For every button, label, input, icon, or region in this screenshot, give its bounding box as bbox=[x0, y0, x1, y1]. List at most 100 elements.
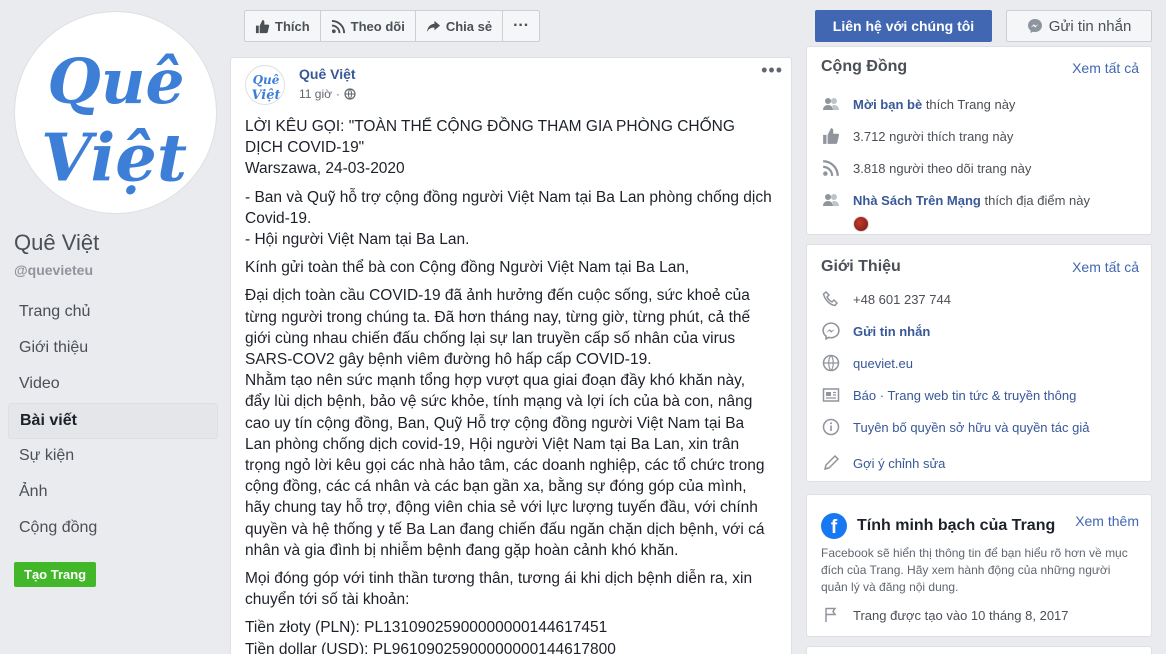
post-text-line: - Hội người Việt Nam tại Ba Lan. bbox=[245, 231, 470, 249]
queviet-logo-small: Quê Việt bbox=[251, 73, 280, 103]
nav-item[interactable]: Sự kiện bbox=[8, 439, 218, 475]
share-button[interactable]: Chia sẻ bbox=[416, 11, 504, 41]
post-paragraph: Mọi đóng góp với tinh thần tương thân, t… bbox=[245, 568, 775, 610]
friends-icon bbox=[821, 94, 841, 114]
post-text-line: Warszawa, 24-03-2020 bbox=[245, 160, 405, 178]
about-card: Giới Thiệu Xem tất cả +48 601 237 744 Gử… bbox=[806, 244, 1152, 482]
more-dots-icon: ··· bbox=[513, 17, 530, 34]
send-message-label: Gửi tin nhắn bbox=[1048, 17, 1132, 35]
website-link[interactable]: queviet.eu bbox=[853, 356, 913, 371]
friend-name-link[interactable]: Nhà Sách Trên Mạng bbox=[853, 193, 981, 208]
post-text-line: Nhằm tạo nên sức mạnh tổng hợp vượt qua … bbox=[245, 372, 746, 390]
contact-us-button[interactable]: Liên hệ với chúng tôi bbox=[815, 10, 992, 42]
about-title: Giới Thiệu bbox=[821, 258, 901, 275]
logo-text-line1: Quê bbox=[47, 46, 184, 118]
transparency-card: f Tính minh bạch của Trang Xem thêm Face… bbox=[806, 494, 1152, 637]
like-label: Thích bbox=[275, 18, 310, 34]
post-text-line: đẩy lùi dịch bệnh, bảo vệ sức khỏe, tính… bbox=[245, 393, 753, 411]
nav-item[interactable]: Ảnh bbox=[8, 475, 218, 511]
transparency-see-more-link[interactable]: Xem thêm bbox=[1075, 513, 1139, 529]
post-text-line: chuyển tới số tài khoản: bbox=[245, 591, 410, 609]
community-card: Cộng Đồng Xem tất cả Mời bạn bè thích Tr… bbox=[806, 46, 1152, 235]
post-text-line: hãy chung tay hỗ trợ, động viên chia sẻ … bbox=[245, 499, 758, 517]
info-icon bbox=[821, 417, 841, 437]
friends-icon bbox=[821, 190, 841, 210]
globe-icon[interactable] bbox=[344, 88, 356, 100]
messenger-icon bbox=[821, 321, 841, 341]
page-nav: Trang chủ Giới thiệu Video Bài viết Sự kiện Ả… bbox=[8, 295, 218, 547]
post-text-line: từng người trong chúng ta. Đã hơn tháng … bbox=[245, 308, 751, 326]
nav-item[interactable]: Cộng đồng bbox=[8, 511, 218, 547]
suggest-edit-link[interactable]: Gợi ý chỉnh sửa bbox=[853, 456, 945, 471]
page-action-bar: Thích Theo dõi Chia sẻ ··· Liên hệ với c… bbox=[230, 0, 1166, 50]
post-author-avatar[interactable]: Quê Việt bbox=[245, 65, 285, 105]
thumbs-up-icon bbox=[255, 19, 270, 33]
likes-count-text: 3.712 người thích trang này bbox=[853, 128, 1014, 144]
category-link[interactable]: Báo · Trang web tin tức & truyền thông bbox=[853, 388, 1076, 403]
post-text-line: Đại dịch toàn cầu COVID-19 đã ảnh hưởng … bbox=[245, 287, 750, 305]
phone-icon bbox=[821, 289, 841, 309]
rss-icon bbox=[821, 158, 841, 178]
friend-avatar[interactable] bbox=[853, 216, 869, 232]
post-text-line: Tiền dollar (USD): PL9610902590000000014… bbox=[245, 640, 616, 654]
nav-item[interactable]: Giới thiệu bbox=[8, 331, 218, 367]
post-text-line: Lan phòng chống dịch covid-19, Hội người… bbox=[245, 435, 740, 453]
transparency-title: Tính minh bạch của Trang bbox=[857, 517, 1056, 534]
logo-text-line2: Việt bbox=[41, 120, 187, 196]
ip-notice-row: Tuyên bố quyền sở hữu và quyền tác giả bbox=[807, 411, 1151, 443]
post-timestamp[interactable]: 11 giờ bbox=[299, 87, 332, 101]
flag-icon bbox=[821, 605, 841, 625]
like-button[interactable]: Thích bbox=[245, 11, 321, 41]
post-text-line: nhân và gia đình bị nhiễm bệnh đang gặp … bbox=[245, 541, 679, 559]
create-page-button[interactable]: Tạo Trang bbox=[14, 562, 97, 587]
left-column: Quê Việt Quê Việt @quevieteu Trang chủ Gi… bbox=[0, 0, 230, 654]
queviet-logo: Quê Việt bbox=[41, 46, 187, 196]
community-title: Cộng Đồng bbox=[821, 58, 908, 75]
follows-count-row: 3.818 người theo dõi trang này bbox=[807, 152, 1151, 184]
share-label: Chia sẻ bbox=[445, 18, 493, 34]
friend-activity-row: Nhà Sách Trên Mạng thích địa điểm này bbox=[807, 184, 1151, 216]
send-message-button[interactable]: Gửi tin nhắn bbox=[1006, 10, 1152, 42]
thumbs-up-icon bbox=[821, 126, 841, 146]
post-author-name[interactable]: Quê Việt bbox=[299, 66, 356, 82]
invite-friends-row: Mời bạn bè thích Trang này bbox=[807, 88, 1151, 120]
post-text-line: Tiền złoty (PLN): PL13109025900000000144… bbox=[245, 619, 608, 637]
post-options-button[interactable]: ••• bbox=[761, 60, 783, 81]
action-button-group: Thích Theo dõi Chia sẻ ··· bbox=[244, 10, 541, 42]
community-card-header: Cộng Đồng Xem tất cả bbox=[807, 47, 1151, 81]
send-message-link[interactable]: Gửi tin nhắn bbox=[853, 324, 930, 339]
svg-text:Quê: Quê bbox=[253, 73, 280, 87]
transparency-header: f Tính minh bạch của Trang Xem thêm bbox=[807, 495, 1151, 545]
page-handle[interactable]: @quevieteu bbox=[14, 262, 93, 278]
nav-item[interactable]: Bài viết bbox=[8, 403, 218, 439]
post-text-line: quyền và hệ thống y tế Ba Lan đang chiến… bbox=[245, 520, 765, 538]
invite-friends-link[interactable]: Mời bạn bè bbox=[853, 97, 922, 112]
message-row: Gửi tin nhắn bbox=[807, 315, 1151, 347]
phone-number[interactable]: +48 601 237 744 bbox=[853, 292, 951, 307]
post-paragraph: - Ban và Quỹ hỗ trợ cộng đồng người Việt… bbox=[245, 187, 775, 251]
friend-suffix: thích địa điểm này bbox=[980, 192, 1090, 208]
post-text-line: giới cùng nhau chiến đấu chống lại sự la… bbox=[245, 329, 736, 347]
rss-icon bbox=[331, 19, 345, 33]
about-card-header: Giới Thiệu Xem tất cả bbox=[807, 245, 1151, 283]
page-profile-picture[interactable]: Quê Việt bbox=[14, 11, 217, 214]
about-see-all-link[interactable]: Xem tất cả bbox=[1072, 259, 1139, 275]
newspaper-icon bbox=[821, 385, 841, 405]
page-created-row: Trang được tạo vào 10 tháng 8, 2017 bbox=[807, 602, 1151, 628]
next-card bbox=[806, 646, 1152, 654]
nav-item[interactable]: Video bbox=[8, 367, 218, 403]
page-name[interactable]: Quê Việt bbox=[14, 230, 99, 256]
post-text-line: LỜI KÊU GỌI: "TOÀN THỂ CỘNG ĐỒNG THAM GI… bbox=[245, 118, 735, 135]
category-row: Báo · Trang web tin tức & truyền thông bbox=[807, 379, 1151, 411]
globe-icon bbox=[821, 353, 841, 373]
suggest-edit-row: Gợi ý chỉnh sửa bbox=[807, 443, 1151, 483]
ip-notice-link[interactable]: Tuyên bố quyền sở hữu và quyền tác giả bbox=[853, 420, 1089, 435]
post-body: LỜI KÊU GỌI: "TOÀN THỂ CỘNG ĐỒNG THAM GI… bbox=[245, 116, 775, 654]
friend-avatars bbox=[807, 216, 1151, 238]
pencil-icon bbox=[821, 453, 841, 473]
nav-item[interactable]: Trang chủ bbox=[8, 295, 218, 331]
more-options-button[interactable]: ··· bbox=[503, 11, 539, 41]
phone-row: +48 601 237 744 bbox=[807, 283, 1151, 315]
community-see-all-link[interactable]: Xem tất cả bbox=[1072, 60, 1139, 76]
follow-button[interactable]: Theo dõi bbox=[321, 11, 416, 41]
